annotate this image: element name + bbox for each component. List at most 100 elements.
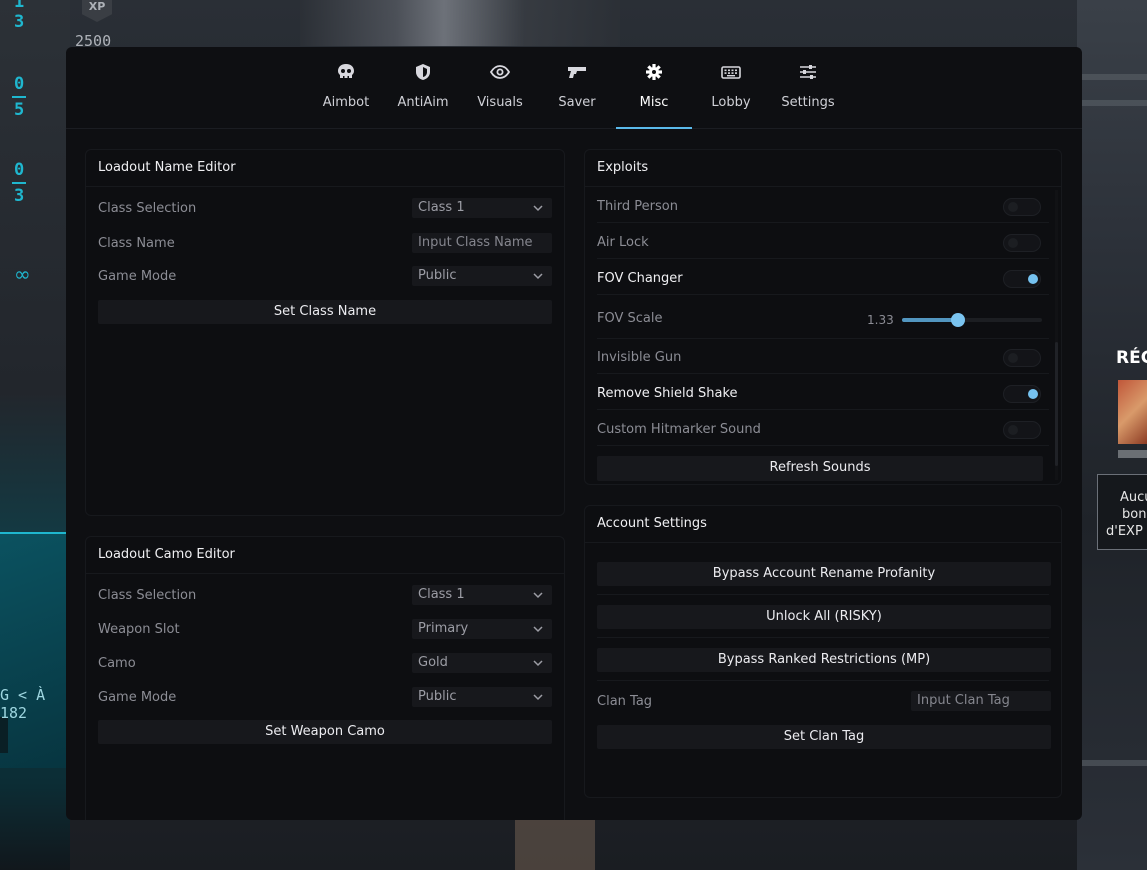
divider	[597, 594, 1049, 595]
tab-visuals[interactable]: Visuals	[461, 47, 539, 129]
dropdown-value: Public	[418, 268, 457, 283]
tab-label: Saver	[558, 95, 596, 110]
scrollbar[interactable]	[1055, 190, 1058, 480]
fov-scale-label: FOV Scale	[597, 311, 663, 326]
loadout-name-editor-card: Loadout Name Editor Class Selection Clas…	[85, 149, 565, 516]
dropdown-value: Gold	[418, 655, 448, 670]
card-title: Exploits	[597, 160, 649, 175]
sliders-icon	[800, 65, 816, 79]
class-name-input[interactable]: Input Class Name	[412, 233, 552, 253]
toggle-knob	[1008, 353, 1018, 363]
divider	[597, 409, 1049, 410]
fov-scale-slider[interactable]	[902, 313, 1042, 327]
fov-changer-toggle[interactable]	[1003, 270, 1041, 288]
tab-label: Visuals	[477, 95, 523, 110]
tab-bar: Aimbot AntiAim Visuals Saver Misc Lobby …	[66, 47, 1082, 129]
card-title: Loadout Camo Editor	[98, 547, 235, 562]
third-person-toggle[interactable]	[1003, 198, 1041, 216]
set-weapon-camo-button[interactable]: Set Weapon Camo	[98, 720, 552, 744]
card-title: Account Settings	[597, 516, 707, 531]
tab-lobby[interactable]: Lobby	[692, 47, 770, 129]
custom-hitmarker-sound-toggle[interactable]	[1003, 421, 1041, 439]
infinity-icon: ∞	[14, 262, 31, 286]
gear-icon	[646, 64, 662, 80]
toggle-knob	[1028, 389, 1038, 399]
game-mode-dropdown[interactable]: Public	[412, 687, 552, 707]
active-tab-indicator	[616, 127, 692, 129]
tab-settings[interactable]: Settings	[769, 47, 847, 129]
game-mode-label: Game Mode	[98, 690, 177, 705]
remove-shield-shake-toggle[interactable]	[1003, 385, 1041, 403]
tab-misc[interactable]: Misc	[615, 47, 693, 129]
unlock-all-button[interactable]: Unlock All (RISKY)	[597, 605, 1051, 629]
toggle-knob	[1008, 202, 1018, 212]
game-mode-label: Game Mode	[98, 269, 177, 284]
tab-antiaim[interactable]: AntiAim	[384, 47, 462, 129]
divider	[597, 373, 1049, 374]
clan-tag-label: Clan Tag	[597, 694, 653, 709]
set-clan-tag-button[interactable]: Set Clan Tag	[597, 725, 1051, 749]
invisible-gun-toggle[interactable]	[1003, 349, 1041, 367]
tab-label: Settings	[781, 95, 835, 110]
hud-text: G < À 182	[0, 686, 46, 722]
hud-box	[0, 717, 8, 753]
hud-minimap	[0, 532, 66, 768]
cheat-menu-window: Aimbot AntiAim Visuals Saver Misc Lobby …	[66, 47, 1082, 820]
refresh-sounds-button[interactable]: Refresh Sounds	[597, 456, 1043, 481]
hud-number: 5	[14, 100, 25, 120]
hud-number: 0	[14, 74, 25, 94]
slider-fill	[902, 318, 958, 322]
recommendation-thumbnail	[1118, 380, 1147, 444]
class-selection-dropdown[interactable]: Class 1	[412, 198, 552, 218]
hud-divider	[12, 182, 26, 184]
class-selection-dropdown[interactable]: Class 1	[412, 585, 552, 605]
chevron-down-icon	[533, 660, 543, 667]
camo-dropdown[interactable]: Gold	[412, 653, 552, 673]
tab-saver[interactable]: Saver	[538, 47, 616, 129]
divider	[86, 573, 564, 574]
chevron-down-icon	[533, 592, 543, 599]
toggle-knob	[1028, 274, 1038, 284]
air-lock-label: Air Lock	[597, 235, 649, 250]
divider	[597, 637, 1049, 638]
weapon-slot-label: Weapon Slot	[98, 622, 180, 637]
bypass-rename-button[interactable]: Bypass Account Rename Profanity	[597, 562, 1051, 586]
xp-icon: XP	[82, 0, 112, 22]
weapon-slot-dropdown[interactable]: Primary	[412, 619, 552, 639]
game-mode-dropdown[interactable]: Public	[412, 266, 552, 286]
bonus-card-line: d'EXP a	[1106, 524, 1147, 539]
clan-tag-input[interactable]: Input Clan Tag	[911, 691, 1051, 711]
air-lock-toggle[interactable]	[1003, 234, 1041, 252]
background-stripe	[1077, 760, 1147, 766]
divider	[597, 294, 1049, 295]
tab-label: Aimbot	[322, 95, 370, 110]
card-title: Loadout Name Editor	[98, 160, 236, 175]
chevron-down-icon	[533, 273, 543, 280]
set-class-name-button[interactable]: Set Class Name	[98, 300, 552, 324]
exploits-card: Exploits Third Person Air Lock FOV Chang…	[584, 149, 1062, 485]
hud-number: 1	[14, 0, 25, 12]
skull-icon	[338, 64, 354, 79]
bypass-ranked-button[interactable]: Bypass Ranked Restrictions (MP)	[597, 648, 1051, 672]
dropdown-value: Public	[418, 689, 457, 704]
hud-number: 0	[14, 160, 25, 180]
background-character	[515, 820, 595, 870]
dropdown-value: Class 1	[418, 587, 465, 602]
tab-label: AntiAim	[397, 95, 449, 110]
slider-handle[interactable]	[951, 313, 965, 327]
toggle-knob	[1008, 425, 1018, 435]
dropdown-value: Primary	[418, 621, 469, 636]
loadout-camo-editor-card: Loadout Camo Editor Class Selection Clas…	[85, 536, 565, 820]
recommendation-bar	[1118, 450, 1147, 458]
bonus-card-line: bonu	[1122, 507, 1147, 522]
bonus-card-line: Aucu	[1120, 490, 1147, 505]
tab-aimbot[interactable]: Aimbot	[307, 47, 385, 129]
custom-hitmarker-sound-label: Custom Hitmarker Sound	[597, 422, 761, 437]
gun-icon	[568, 67, 586, 78]
background-stripe	[1077, 100, 1147, 106]
account-settings-card: Account Settings Bypass Account Rename P…	[584, 505, 1062, 798]
scrollbar-thumb[interactable]	[1055, 342, 1058, 466]
divider	[597, 258, 1049, 259]
chevron-down-icon	[533, 694, 543, 701]
third-person-label: Third Person	[597, 199, 678, 214]
